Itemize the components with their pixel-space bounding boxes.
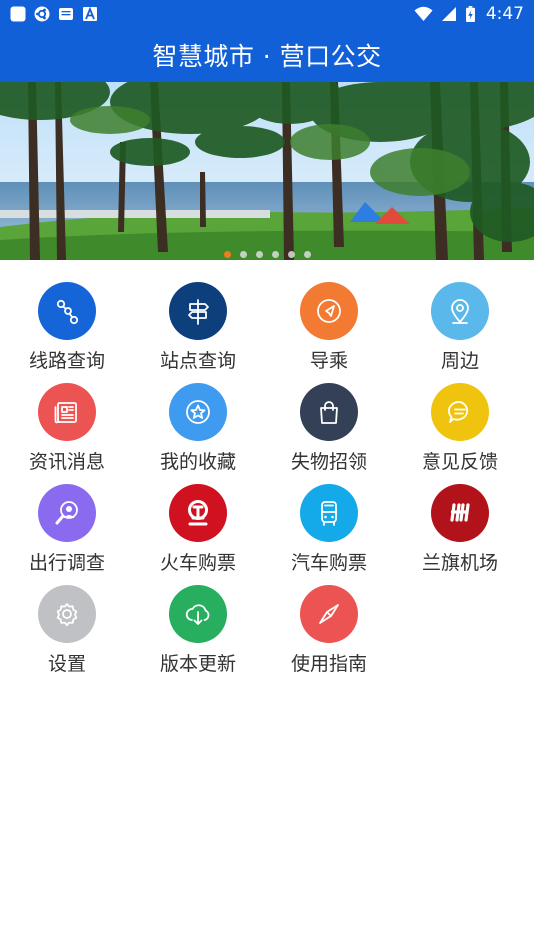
signpost-icon (169, 282, 227, 340)
ubuntu-style-icon (34, 6, 50, 21)
banner-image (0, 82, 534, 260)
menu-item-label: 失物招领 (290, 451, 367, 473)
menu-item[interactable]: 线路查询 (2, 282, 132, 382)
bus-icon (300, 484, 358, 542)
newspaper-icon (38, 383, 96, 441)
app-bar: 智慧城市 · 营口公交 (0, 27, 534, 82)
menu-item[interactable]: 周边 (395, 282, 525, 382)
wifi-icon (414, 6, 433, 21)
menu-item-label: 设置 (47, 653, 86, 675)
menu-item-label: 资讯消息 (28, 451, 105, 473)
menu-item[interactable]: 意见反馈 (395, 383, 525, 483)
menu-item-label: 汽车购票 (290, 552, 367, 574)
signal-icon (441, 6, 456, 21)
shopping-bag-icon (300, 383, 358, 441)
menu-item[interactable]: 失物招领 (264, 383, 394, 483)
menu-item-label: 我的收藏 (159, 451, 236, 473)
status-right-icons: 4:47 (414, 4, 524, 24)
compass-arrow-icon (300, 282, 358, 340)
status-bar: 4:47 (0, 0, 534, 27)
carousel-dot[interactable] (255, 251, 263, 258)
cloud-download-icon (169, 585, 227, 643)
menu-item[interactable]: 站点查询 (133, 282, 263, 382)
gear-icon (38, 585, 96, 643)
message-icon (59, 7, 73, 20)
airport-logo-icon (431, 484, 489, 542)
menu-item[interactable]: 导乘 (264, 282, 394, 382)
menu-item-label: 周边 (440, 350, 479, 372)
menu-item[interactable]: 设置 (2, 585, 132, 685)
menu-item[interactable]: 兰旗机场 (395, 484, 525, 584)
menu-item-label: 站点查询 (159, 350, 236, 372)
carousel-dot[interactable] (287, 251, 295, 258)
menu-item-label: 兰旗机场 (421, 552, 498, 574)
status-time: 4:47 (485, 3, 524, 24)
menu-item[interactable]: 使用指南 (264, 585, 394, 685)
menu-item-label: 版本更新 (159, 653, 236, 675)
menu-item-label: 使用指南 (290, 653, 367, 675)
page-title: 智慧城市 · 营口公交 (152, 41, 382, 71)
menu-item[interactable]: 版本更新 (133, 585, 263, 685)
location-pin-icon (431, 282, 489, 340)
railway-logo-icon (169, 484, 227, 542)
route-icon (38, 282, 96, 340)
survey-person-icon (38, 484, 96, 542)
menu-item-label: 导乘 (309, 350, 348, 372)
menu-item[interactable]: 我的收藏 (133, 383, 263, 483)
menu-item[interactable]: 汽车购票 (264, 484, 394, 584)
chat-bubble-icon (431, 383, 489, 441)
menu-item[interactable]: 出行调查 (2, 484, 132, 584)
compass-needle-icon (300, 585, 358, 643)
battery-charging-icon (465, 5, 475, 22)
star-icon (169, 383, 227, 441)
app-square-icon (10, 6, 26, 21)
a-icon (83, 6, 97, 21)
carousel-dot[interactable] (239, 251, 247, 258)
menu-item-label: 意见反馈 (421, 451, 498, 473)
carousel-dot[interactable] (303, 251, 311, 258)
menu-item-label: 线路查询 (28, 350, 105, 372)
carousel-dot[interactable] (271, 251, 279, 258)
menu-item[interactable]: 资讯消息 (2, 383, 132, 483)
banner-carousel[interactable] (0, 82, 534, 260)
carousel-dot[interactable] (223, 251, 231, 258)
menu-item-label: 出行调查 (28, 552, 105, 574)
menu-item[interactable]: 火车购票 (133, 484, 263, 584)
menu-item-label: 火车购票 (159, 552, 236, 574)
carousel-indicator (0, 251, 534, 258)
status-left-icons (10, 6, 98, 22)
